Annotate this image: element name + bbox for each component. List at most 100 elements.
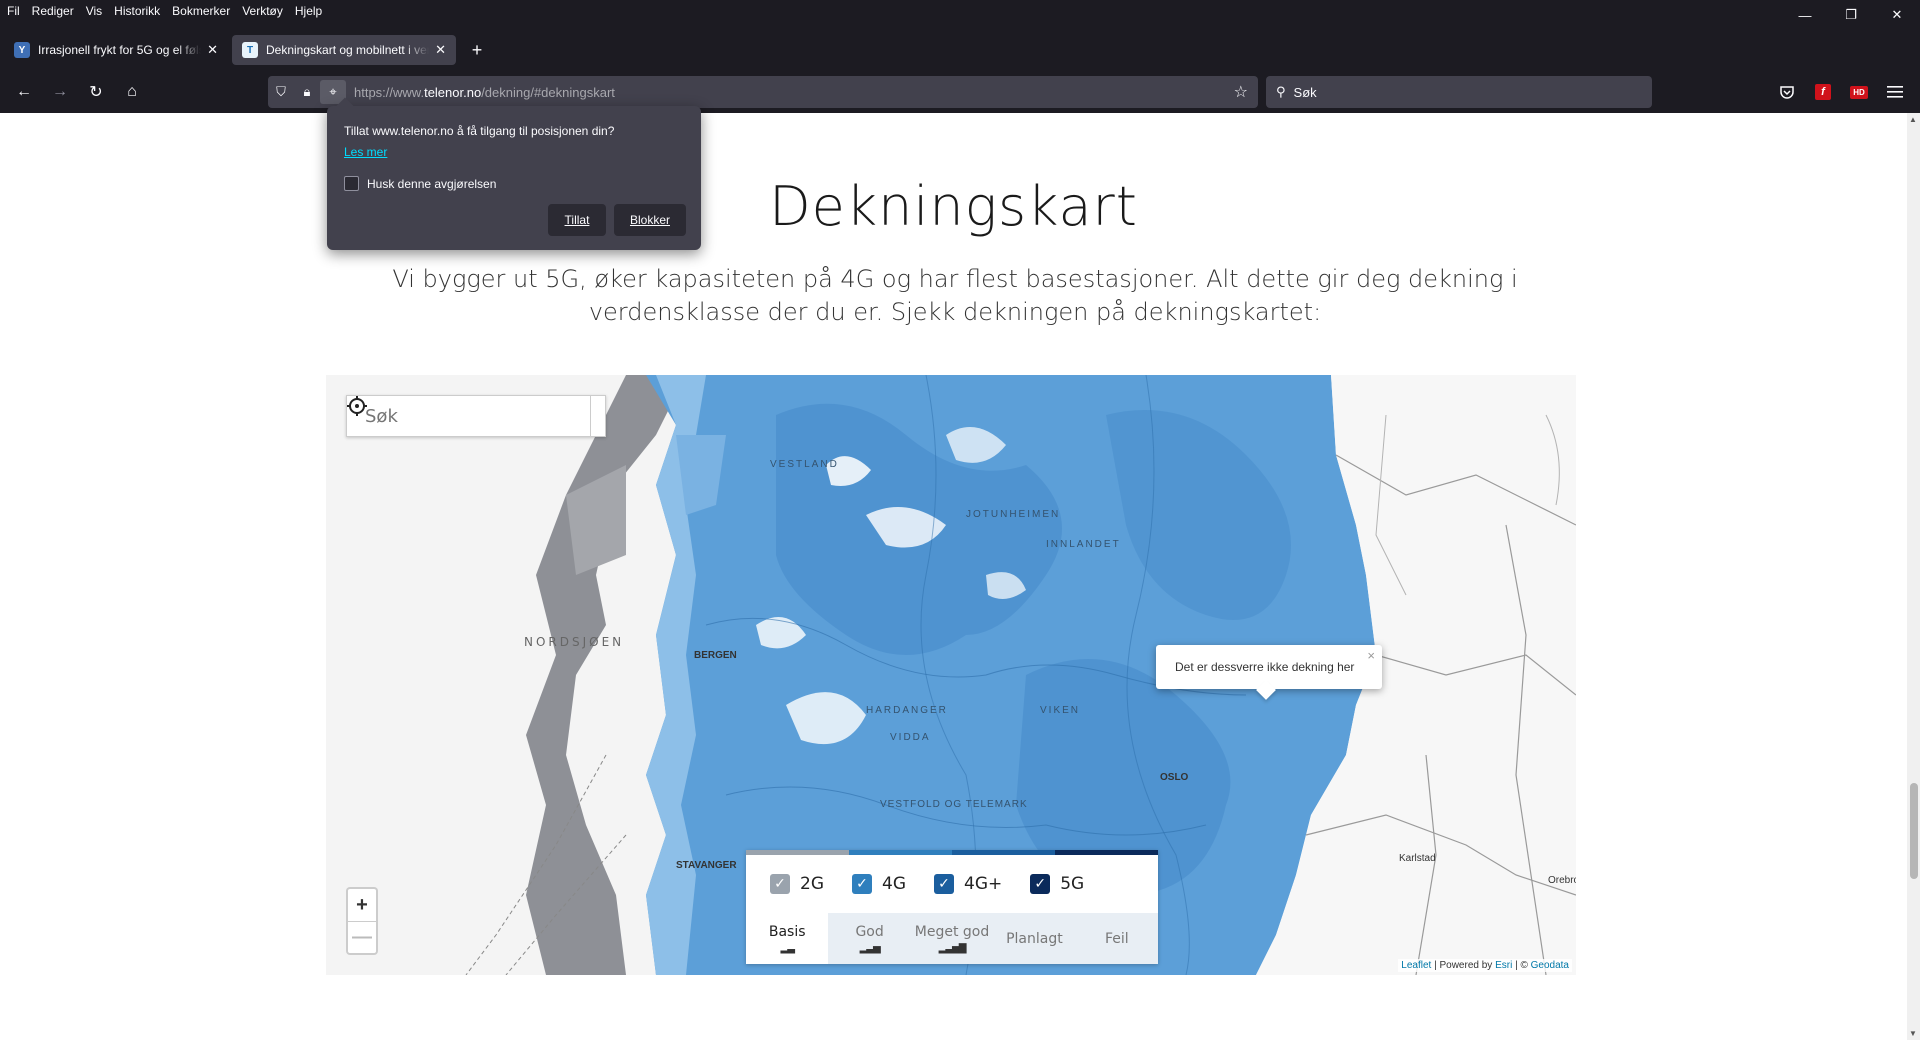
- checkbox-4g[interactable]: ✓ 4G: [852, 874, 906, 894]
- region-label: VESTFOLD OG TELEMARK: [880, 799, 1028, 810]
- url-bar[interactable]: ⛉ 🔒︎ ⌖ https://www.telenor.no/dekning/#d…: [268, 76, 1258, 108]
- city-label: BERGEN: [694, 650, 737, 661]
- minimize-button[interactable]: —: [1782, 0, 1828, 30]
- tab-irrasjonell[interactable]: Y Irrasjonell frykt for 5G og el følsomh…: [4, 35, 228, 65]
- home-button[interactable]: ⌂: [118, 78, 146, 106]
- no-coverage-popup: Det er dessverre ikke dekning her ×: [1156, 645, 1382, 700]
- network-checkboxes: ✓ 2G ✓ 4G ✓ 4G+ ✓ 5G: [746, 855, 1158, 913]
- checkbox-label: 2G: [800, 874, 824, 894]
- legend-color-bar: [746, 850, 1158, 855]
- new-tab-button[interactable]: +: [460, 35, 494, 65]
- permission-question: Tillat www.telenor.no å få tilgang til p…: [344, 124, 615, 138]
- search-icon: ⚲: [1276, 84, 1286, 99]
- menu-help[interactable]: Hjelp: [289, 4, 328, 18]
- reload-button[interactable]: ↻: [82, 78, 110, 106]
- zoom-out-button[interactable]: —: [348, 921, 376, 953]
- scroll-down-icon[interactable]: ▼: [1909, 1029, 1917, 1038]
- url-text[interactable]: https://www.telenor.no/dekning/#deknings…: [354, 85, 615, 100]
- close-tab-icon[interactable]: ✕: [435, 42, 446, 58]
- category-meget-god[interactable]: Meget god ▂▃▅▇: [911, 913, 993, 964]
- favicon-icon: T: [242, 42, 258, 58]
- popup-text: Det er dessverre ikke dekning her: [1175, 660, 1355, 674]
- hd-icon[interactable]: HD: [1847, 80, 1871, 104]
- checkmark-icon: ✓: [1030, 874, 1051, 894]
- checkbox-2g[interactable]: ✓ 2G: [770, 874, 824, 894]
- scroll-up-icon[interactable]: ▲: [1909, 115, 1917, 124]
- region-label: VIKEN: [1040, 705, 1081, 716]
- tab-title: Irrasjonell frykt for 5G og el følsomhet: [38, 43, 201, 57]
- region-label: VIDDA: [890, 732, 931, 743]
- category-label: Meget god: [914, 923, 990, 940]
- tab-dekningskart[interactable]: T Dekningskart og mobilnett i verdenskla…: [232, 35, 456, 65]
- page-lead: Vi bygger ut 5G, øker kapasiteten på 4G …: [392, 265, 1518, 326]
- search-bar[interactable]: ⚲ Søk: [1266, 76, 1652, 108]
- legend-bar-4g: [849, 850, 952, 855]
- menu-history[interactable]: Historikk: [108, 4, 166, 18]
- remember-label: Husk denne avgjørelsen: [367, 176, 497, 191]
- menu-file[interactable]: Fil: [0, 4, 26, 18]
- menu-bar: Fil Rediger Vis Historikk Bokmerker Verk…: [0, 0, 328, 22]
- menu-icon[interactable]: [1883, 80, 1907, 104]
- legend-bar-5g: [1055, 850, 1158, 855]
- window-controls: — ❐ ✕: [1782, 0, 1920, 30]
- lock-icon[interactable]: 🔒︎: [294, 84, 320, 100]
- menu-view[interactable]: Vis: [80, 4, 108, 18]
- page-title: Dekningskart: [769, 175, 1138, 238]
- checkmark-icon: ✓: [852, 874, 872, 894]
- city-label: Orebro: [1548, 875, 1576, 886]
- restore-button[interactable]: ❐: [1828, 0, 1874, 30]
- scrollbar-thumb[interactable]: [1910, 783, 1918, 879]
- geodata-link[interactable]: Geodata: [1531, 960, 1569, 971]
- zoom-in-button[interactable]: +: [348, 889, 376, 921]
- coverage-map[interactable]: NORDSJØEN BERGEN STAVANGER OSLO Karlstad…: [326, 375, 1576, 975]
- category-god[interactable]: God ▂▃▅: [828, 913, 910, 964]
- category-label: God: [855, 923, 884, 940]
- category-basis[interactable]: Basis ▂▃: [746, 913, 829, 964]
- zoom-control: + —: [346, 887, 378, 955]
- menu-edit[interactable]: Rediger: [26, 4, 80, 18]
- region-label: JOTUNHEIMEN: [966, 509, 1061, 520]
- allow-button[interactable]: Tillat: [548, 204, 606, 236]
- learn-more-link[interactable]: Les mer: [344, 145, 387, 159]
- shield-icon[interactable]: ⛉: [268, 84, 294, 100]
- menu-tools[interactable]: Verktøy: [236, 4, 289, 18]
- close-popup-icon[interactable]: ×: [1367, 648, 1375, 663]
- signal-icon: ▂▃▅: [859, 942, 881, 954]
- back-button[interactable]: ←: [10, 78, 38, 106]
- category-feil[interactable]: Feil: [1076, 913, 1158, 964]
- checkbox-box[interactable]: [344, 176, 359, 191]
- signal-icon: ▂▃▅▇: [938, 942, 967, 954]
- search-placeholder: Søk: [1293, 84, 1317, 100]
- close-tab-icon[interactable]: ✕: [207, 42, 218, 58]
- flash-icon[interactable]: f: [1811, 80, 1835, 104]
- leaflet-link[interactable]: Leaflet: [1401, 960, 1431, 971]
- category-planlagt[interactable]: Planlagt: [993, 913, 1075, 964]
- page-scrollbar[interactable]: ▲ ▼: [1907, 113, 1920, 1040]
- checkmark-icon: ✓: [770, 874, 790, 894]
- checkbox-label: 4G: [882, 874, 906, 894]
- checkbox-4gplus[interactable]: ✓ 4G+: [934, 874, 1002, 894]
- remember-decision-checkbox[interactable]: Husk denne avgjørelsen: [344, 176, 496, 191]
- region-label: INNLANDET: [1046, 539, 1121, 550]
- location-permission-popup: Tillat www.telenor.no å få tilgang til p…: [327, 97, 701, 250]
- map-search: [346, 395, 606, 437]
- pocket-icon[interactable]: [1775, 80, 1799, 104]
- checkbox-5g[interactable]: ✓ 5G: [1030, 874, 1084, 894]
- esri-link[interactable]: Esri: [1495, 960, 1512, 971]
- close-window-button[interactable]: ✕: [1874, 0, 1920, 30]
- menu-bookmarks[interactable]: Bokmerker: [166, 4, 236, 18]
- web-page: Dekningskart Vi bygger ut 5G, øker kapas…: [0, 113, 1907, 1040]
- forward-button[interactable]: →: [46, 78, 74, 106]
- bookmark-star-icon[interactable]: ☆: [1234, 82, 1248, 102]
- region-label: HARDANGER: [866, 705, 948, 716]
- checkbox-label: 5G: [1060, 874, 1085, 894]
- category-label: Basis: [768, 923, 806, 940]
- map-search-input[interactable]: [347, 396, 590, 436]
- legend-bar-2g: [746, 850, 849, 855]
- block-button[interactable]: Blokker: [614, 204, 686, 236]
- category-label: Planlagt: [1006, 930, 1063, 947]
- locate-me-button[interactable]: [347, 396, 605, 436]
- sea-label: NORDSJØEN: [524, 635, 625, 649]
- coverage-legend: ✓ 2G ✓ 4G ✓ 4G+ ✓ 5G Basis ▂▃ God ▂▃▅ Me…: [746, 850, 1158, 964]
- tab-strip: Y Irrasjonell frykt for 5G og el følsomh…: [0, 35, 494, 65]
